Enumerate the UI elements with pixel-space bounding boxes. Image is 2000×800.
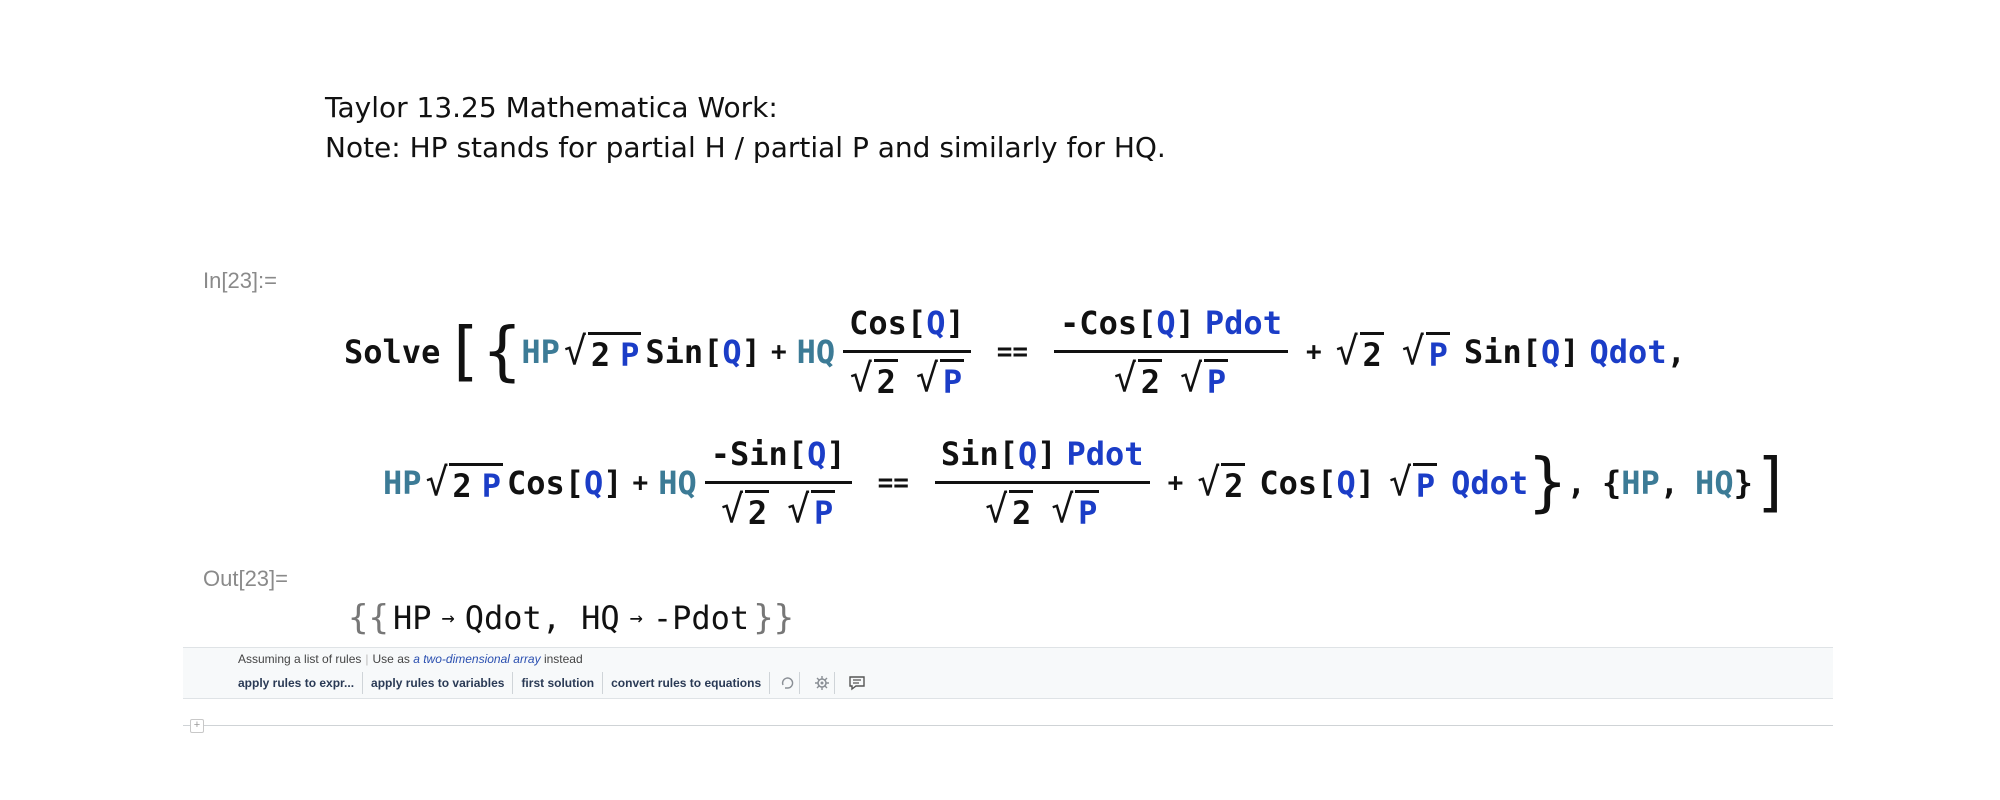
var-p: P: [1203, 359, 1229, 400]
var-p: P: [1425, 331, 1450, 373]
assume-label: Assuming a list of rules: [238, 652, 362, 666]
var-hp: HP: [383, 464, 422, 502]
plus-op: +: [770, 337, 787, 367]
comma: ,: [541, 599, 562, 637]
var-qdot: Qdot: [1451, 464, 1529, 502]
var-p: P: [481, 466, 501, 505]
undo-icon[interactable]: [775, 672, 801, 694]
sqrt-p: √ P: [1388, 459, 1438, 505]
brace-open: {: [482, 315, 522, 389]
var-p: P: [1075, 490, 1100, 531]
fraction-neg-cos-pdot: -Cos[Q] Pdot √ 2 √ P: [1054, 304, 1288, 400]
brace-close: }: [1528, 446, 1567, 520]
var-q: Q: [1017, 435, 1038, 473]
sin-func: Sin: [940, 435, 999, 473]
neg-cos-func: -Cos: [1060, 304, 1138, 342]
convert-rules-to-equations-button[interactable]: convert rules to equations: [603, 672, 771, 694]
var-q: Q: [1540, 333, 1561, 371]
num-2: 2: [452, 466, 472, 505]
sin-func: Sin: [645, 333, 704, 371]
var-pdot: Pdot: [1204, 304, 1282, 342]
num-2: 2: [590, 335, 611, 374]
cos-func: Cos: [1259, 464, 1318, 502]
var-qdot: Qdot: [1589, 333, 1667, 371]
fraction-sin-pdot: Sin[Q] Pdot √ 2 √ P: [934, 435, 1150, 531]
num-2: 2: [1359, 331, 1384, 373]
apply-rules-to-expr-button[interactable]: apply rules to expr...: [230, 672, 364, 694]
alt-interpretation-link[interactable]: a two-dimensional array: [413, 652, 540, 666]
var-p: P: [1412, 462, 1438, 504]
fraction-neg-sin-q: -Sin[Q] √ 2 √ P: [704, 435, 852, 531]
plus-op: +: [632, 468, 649, 498]
rule-2-lhs: HQ: [581, 599, 620, 637]
input-label: In[23]:=: [203, 268, 278, 293]
var-q: Q: [722, 333, 742, 371]
plus-op: +: [1167, 468, 1184, 498]
input-line-1[interactable]: Solve [ { HP √ 2 P Sin[Q] + HQ Cos[Q] √ 2 √ P…: [344, 297, 1686, 407]
var-hp: HP: [521, 333, 560, 371]
sqrt-2p: √ 2 P: [563, 328, 642, 374]
output-result[interactable]: { { HP → Qdot , HQ → -Pdot } }: [348, 598, 794, 638]
var-p: P: [620, 335, 640, 374]
use-as-label: Use as: [372, 652, 410, 666]
assumption-text: Assuming a list of rules | Use as a two-di…: [238, 652, 583, 666]
plus-op: +: [1305, 337, 1322, 367]
inner-brace-close: }: [753, 598, 774, 638]
num-2: 2: [1137, 359, 1162, 400]
var-hq: HQ: [658, 464, 697, 502]
sqrt-2p: √ 2 P: [425, 459, 503, 505]
outer-brace-close: }: [773, 598, 795, 638]
arrow-icon: →: [441, 605, 455, 631]
var-q: Q: [1156, 304, 1176, 342]
sin-func: Sin: [1463, 333, 1522, 371]
equal-op: ==: [996, 337, 1029, 367]
num-2: 2: [1008, 490, 1034, 531]
rule-1-rhs: Qdot: [464, 599, 542, 637]
output-label: Out[23]=: [203, 566, 289, 591]
text-cell[interactable]: Taylor 13.25 Mathematica Work: Note: HP …: [325, 88, 1166, 168]
first-solution-button[interactable]: first solution: [513, 672, 604, 694]
var-q: Q: [584, 464, 604, 502]
arrow-icon: →: [629, 605, 643, 631]
bracket-close: ]: [1752, 446, 1792, 520]
var-q: Q: [807, 435, 827, 473]
var-hq: HQ: [1695, 464, 1734, 502]
num-2: 2: [744, 490, 770, 531]
neg-sin-func: -Sin: [710, 435, 788, 473]
suggestion-buttons: apply rules to expr... apply rules to va…: [230, 672, 874, 694]
var-q: Q: [1336, 464, 1356, 502]
sqrt-2: √ 2: [1197, 459, 1246, 505]
var-p: P: [811, 490, 836, 531]
equal-op: ==: [877, 468, 909, 498]
outer-brace-open: {: [348, 598, 369, 638]
var-p: P: [939, 359, 965, 400]
add-cell-icon[interactable]: +: [190, 719, 204, 733]
instead-label: instead: [543, 652, 583, 666]
sqrt-p: √ P: [1401, 328, 1450, 374]
apply-rules-to-variables-button[interactable]: apply rules to variables: [363, 672, 514, 694]
num-2: 2: [873, 359, 898, 400]
feedback-icon[interactable]: [845, 672, 869, 694]
solve-function: Solve: [344, 333, 441, 371]
rule-2-rhs: -Pdot: [652, 599, 750, 637]
settings-icon[interactable]: [810, 672, 836, 694]
inner-brace-open: {: [368, 598, 389, 638]
input-line-2[interactable]: HP √ 2 P Cos[Q] + HQ -Sin[Q] √ 2 √ P == Sin[Q…: [383, 428, 1791, 538]
var-hp: HP: [1621, 464, 1660, 502]
text-line-title: Taylor 13.25 Mathematica Work:: [325, 91, 778, 124]
var-q: Q: [926, 304, 946, 342]
fraction-cos-q: Cos[Q] √ 2 √ P: [843, 304, 971, 400]
cell-insertion-line[interactable]: [183, 725, 1833, 726]
num-2: 2: [1221, 462, 1246, 504]
sqrt-2: √ 2: [1335, 328, 1384, 374]
cos-func: Cos: [849, 304, 907, 342]
rule-1-lhs: HP: [392, 599, 432, 637]
cos-func: Cos: [506, 464, 565, 502]
bracket-open: [: [444, 315, 483, 389]
text-line-note: Note: HP stands for partial H / partial …: [325, 131, 1166, 164]
var-pdot: Pdot: [1066, 435, 1144, 473]
var-hq: HQ: [796, 333, 836, 371]
